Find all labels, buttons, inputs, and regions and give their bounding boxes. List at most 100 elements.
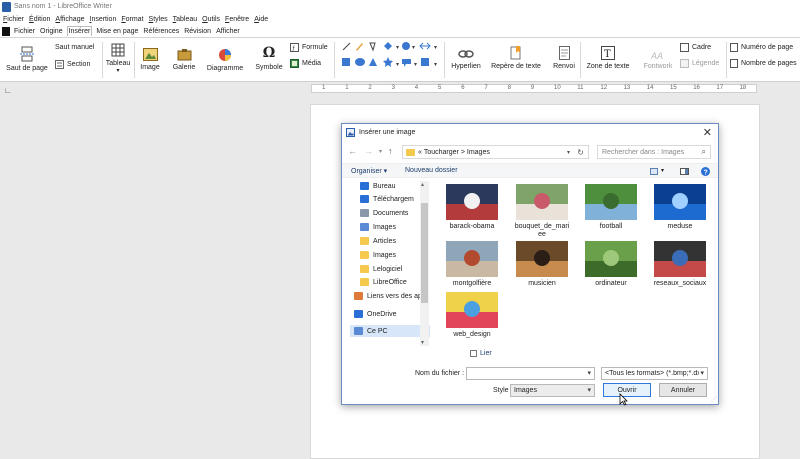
file-item[interactable]: meduse bbox=[650, 184, 710, 231]
nav-item[interactable]: Ce PC bbox=[350, 325, 430, 337]
cross-reference-button[interactable]: Renvoi bbox=[550, 46, 578, 70]
scroll-down-icon[interactable]: ▾ bbox=[421, 339, 424, 346]
nav-item[interactable]: Images bbox=[350, 249, 430, 261]
filename-input[interactable]: ▾ bbox=[466, 367, 595, 380]
separator bbox=[134, 42, 135, 78]
address-bar[interactable]: « Toucharger > Images ▾ ↻ bbox=[402, 145, 589, 159]
view-dropdown-icon[interactable]: ▾ bbox=[661, 167, 664, 174]
nav-item[interactable]: LibreOffice bbox=[350, 276, 430, 288]
page-count-button[interactable]: Nombre de pages bbox=[730, 59, 797, 68]
file-item[interactable]: football bbox=[581, 184, 641, 231]
menu-item[interactable]: Aide bbox=[254, 16, 268, 23]
tab-inserer[interactable]: Insérer bbox=[66, 26, 93, 36]
tab-references[interactable]: Références bbox=[142, 27, 180, 36]
file-item[interactable]: reseaux_sociaux bbox=[650, 241, 710, 288]
formula-button[interactable]: ƒ Formule bbox=[290, 43, 328, 52]
filename-dropdown-icon[interactable]: ▾ bbox=[587, 369, 591, 377]
organize-menu[interactable]: Organiser ▾ bbox=[351, 167, 387, 175]
nav-item[interactable]: Lelogiciel bbox=[350, 263, 430, 275]
menu-item[interactable]: Insertion bbox=[89, 16, 116, 23]
bookmark-button[interactable]: Repère de texte bbox=[490, 46, 542, 70]
scroll-up-icon[interactable]: ▴ bbox=[421, 181, 424, 188]
table-button[interactable]: Tableau ▾ bbox=[104, 43, 132, 74]
nav-item[interactable]: Documents📌 bbox=[350, 207, 430, 219]
link-checkbox[interactable]: Lier bbox=[470, 350, 492, 357]
menu-item[interactable]: Tableau bbox=[173, 16, 198, 23]
fontwork-button[interactable]: AA Fontwork bbox=[638, 50, 678, 70]
nav-scrollbar[interactable]: ▴ ▾ bbox=[420, 181, 429, 346]
text-box-button[interactable]: T Zone de texte bbox=[584, 46, 632, 70]
hyperlink-button[interactable]: Hyperlien bbox=[448, 48, 484, 70]
section-button[interactable]: Section bbox=[55, 60, 90, 69]
tab-stop-selector[interactable]: ∟ bbox=[4, 86, 12, 95]
ruler-number: 4 bbox=[414, 85, 419, 91]
menu-item[interactable]: Affichage bbox=[55, 16, 84, 23]
frame-button[interactable]: Cadre bbox=[680, 43, 711, 52]
breadcrumb-toucharger[interactable]: Toucharger bbox=[424, 149, 459, 156]
nav-item[interactable]: OneDrive bbox=[350, 308, 430, 320]
nav-item[interactable]: Images📌 bbox=[350, 221, 430, 233]
bookmark-label: Repère de texte bbox=[491, 63, 541, 70]
media-button[interactable]: Média bbox=[290, 59, 321, 68]
svg-text:T: T bbox=[604, 49, 611, 60]
up-arrow-icon[interactable]: ↑ bbox=[388, 146, 393, 156]
page-break-button[interactable]: Saut de page bbox=[6, 46, 48, 72]
tab-fichier[interactable]: Fichier bbox=[13, 27, 36, 36]
view-options-icon[interactable] bbox=[650, 168, 658, 175]
nav-item[interactable]: Téléchargem📌 bbox=[350, 193, 430, 205]
file-item[interactable]: barack-obama bbox=[442, 184, 502, 231]
file-type-dropdown-icon[interactable]: ▾ bbox=[700, 369, 704, 377]
file-type-select[interactable]: <Tous les formats> (*.bmp;*.dx ▾ bbox=[601, 367, 708, 380]
resize-grip-icon[interactable]: ⋰ bbox=[711, 396, 717, 403]
file-item[interactable]: musicien bbox=[512, 241, 572, 288]
symbol-button[interactable]: Ω Symbole bbox=[252, 46, 286, 72]
refresh-icon[interactable]: ↻ bbox=[577, 148, 584, 157]
page-number-button[interactable]: Numéro de page bbox=[730, 43, 793, 52]
tab-mise-en-page[interactable]: Mise en page bbox=[95, 27, 139, 36]
manual-break-button[interactable]: Saut manuel bbox=[55, 44, 94, 51]
help-icon[interactable]: ? bbox=[701, 167, 710, 176]
back-arrow-icon[interactable]: ← bbox=[348, 146, 357, 156]
tab-origine[interactable]: Origine bbox=[39, 27, 64, 36]
menu-item[interactable]: Fenêtre bbox=[225, 16, 249, 23]
file-list: barack-obama bouquet_de_mari ee football me… bbox=[434, 180, 712, 346]
file-item[interactable]: web_design bbox=[442, 292, 502, 339]
nav-item[interactable]: Articles bbox=[350, 235, 430, 247]
gallery-button[interactable]: Galerie bbox=[169, 48, 199, 71]
cancel-button[interactable]: Annuler bbox=[659, 383, 707, 397]
ribbon-tabs: Fichier Origine Insérer Mise en page Réf… bbox=[0, 25, 800, 38]
file-item[interactable]: ordinateur bbox=[581, 241, 641, 288]
menu-item[interactable]: Édition bbox=[29, 16, 50, 23]
address-dropdown-icon[interactable]: ▾ bbox=[567, 149, 570, 156]
shapes-gallery[interactable]: ▾ ▾ ▾ ▾ ▾ ▾ bbox=[340, 41, 442, 71]
menu-item[interactable]: Format bbox=[121, 16, 143, 23]
forward-arrow-icon[interactable]: → bbox=[364, 146, 373, 156]
close-icon[interactable]: ✕ bbox=[703, 126, 712, 139]
tab-afficher[interactable]: Afficher bbox=[215, 27, 241, 36]
new-folder-button[interactable]: Nouveau dossier bbox=[405, 167, 458, 174]
style-dropdown-icon[interactable]: ▾ bbox=[587, 386, 591, 394]
file-item[interactable]: bouquet_de_mari ee bbox=[512, 184, 572, 239]
nav-scrollbar-thumb[interactable] bbox=[421, 203, 428, 303]
tab-revision[interactable]: Révision bbox=[183, 27, 212, 36]
menu-item[interactable]: Styles bbox=[149, 16, 168, 23]
search-input[interactable]: Rechercher dans : Images ⌕ bbox=[597, 145, 711, 159]
chart-button[interactable]: Diagramme bbox=[204, 48, 246, 72]
recent-dropdown-icon[interactable]: ▾ bbox=[379, 148, 382, 155]
menu-item[interactable]: Fichier bbox=[3, 16, 24, 23]
nav-item[interactable]: Liens vers des app bbox=[350, 290, 430, 302]
onedrive-icon bbox=[354, 310, 363, 318]
breadcrumb-images[interactable]: Images bbox=[467, 149, 490, 156]
search-icon[interactable]: ⌕ bbox=[702, 147, 706, 157]
caption-button[interactable]: Légende bbox=[680, 59, 719, 68]
breadcrumb-overflow[interactable]: « bbox=[418, 149, 422, 156]
file-item[interactable]: montgolfière bbox=[442, 241, 502, 288]
image-button[interactable]: Image bbox=[137, 48, 163, 71]
page-number-icon bbox=[730, 43, 738, 52]
preview-pane-icon[interactable] bbox=[680, 168, 689, 175]
horizontal-ruler[interactable]: 1 1 2 3 4 5 6 7 8 9 10 11 12 13 14 15 16 17 18 bbox=[311, 84, 757, 93]
nav-item[interactable]: Bureau📌 bbox=[350, 180, 430, 192]
checkbox-icon[interactable] bbox=[470, 350, 477, 357]
menu-item[interactable]: Outils bbox=[202, 16, 220, 23]
style-select[interactable]: Images ▾ bbox=[510, 384, 595, 397]
